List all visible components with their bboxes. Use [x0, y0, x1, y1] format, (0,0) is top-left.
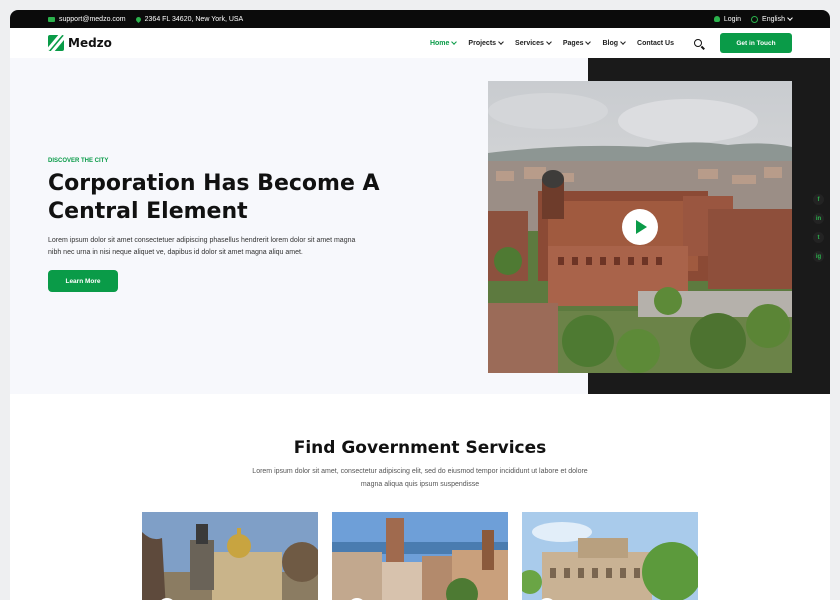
- nav-label: Pages: [562, 39, 584, 47]
- main-nav: Medzo Home Projects Services Pages Blog: [10, 28, 830, 58]
- contact-address: 2364 FL 34620, New York, USA: [134, 15, 244, 23]
- linkedin-icon[interactable]: in: [813, 213, 824, 224]
- login-text: Login: [723, 15, 742, 23]
- nav-label: Services: [515, 39, 544, 47]
- mail-icon: [48, 16, 55, 22]
- hero-city-image: [488, 81, 792, 373]
- nav-item-contact[interactable]: Contact Us: [637, 40, 674, 47]
- nav-label: Home: [429, 39, 450, 47]
- play-icon: [636, 220, 647, 234]
- user-icon: [713, 16, 720, 22]
- search-icon[interactable]: [694, 39, 702, 47]
- chevron-down-icon: [498, 39, 504, 45]
- facebook-icon[interactable]: f: [813, 194, 824, 205]
- nav-item-services[interactable]: Services: [515, 39, 552, 47]
- browser-frame: support@medzo.com 2364 FL 34620, New Yor…: [10, 10, 830, 600]
- nav-item-projects[interactable]: Projects: [468, 39, 504, 47]
- nav-item-home[interactable]: Home: [429, 39, 458, 47]
- logo-text: Medzo: [68, 36, 112, 50]
- logo[interactable]: Medzo: [48, 35, 112, 51]
- hero-title: Corporation Has Become A Central Element: [48, 171, 380, 224]
- hero-eyebrow: DISCOVER THE CITY: [48, 158, 109, 164]
- chevron-down-icon: [546, 39, 552, 45]
- chevron-down-icon: [585, 39, 592, 45]
- address-text: 2364 FL 34620, New York, USA: [144, 15, 244, 23]
- capitol-image: [142, 512, 318, 600]
- language-text: English: [762, 15, 785, 23]
- nav-label: Contact Us: [637, 39, 674, 47]
- hero-section: f in t ig DISCOVER THE CITY Corporation …: [10, 58, 830, 394]
- palace-image: [522, 512, 698, 600]
- services-description: Lorem ipsum dolor sit amet, consectetur …: [252, 468, 588, 488]
- service-card-capitol[interactable]: [142, 512, 318, 600]
- hero-description: Lorem ipsum dolor sit amet consectetuer …: [48, 237, 356, 256]
- get-in-touch-button[interactable]: Get in Touch: [720, 33, 792, 53]
- twitter-icon[interactable]: t: [813, 232, 824, 243]
- nav-label: Projects: [468, 39, 497, 47]
- nav-item-blog[interactable]: Blog: [602, 39, 626, 47]
- chevron-down-icon: [451, 39, 458, 45]
- service-card-palace[interactable]: [522, 512, 698, 600]
- service-card-city[interactable]: [332, 512, 508, 600]
- login-link[interactable]: Login: [713, 15, 742, 23]
- services-heading: Find Government Services: [293, 438, 547, 458]
- learn-more-button[interactable]: Learn More: [48, 270, 118, 292]
- globe-icon: [751, 15, 759, 23]
- contact-email[interactable]: support@medzo.com: [48, 16, 126, 23]
- nav-menu: Home Projects Services Pages Blog Contac…: [418, 33, 792, 53]
- nav-label: Blog: [602, 39, 619, 47]
- top-bar: support@medzo.com 2364 FL 34620, New Yor…: [10, 10, 830, 28]
- nav-item-pages[interactable]: Pages: [562, 39, 592, 47]
- language-select[interactable]: English: [751, 15, 793, 23]
- play-video-button[interactable]: [622, 209, 658, 245]
- location-pin-icon: [134, 15, 142, 23]
- instagram-icon[interactable]: ig: [813, 251, 824, 262]
- chevron-down-icon: [620, 39, 626, 45]
- email-text: support@medzo.com: [59, 15, 126, 23]
- chevron-down-icon: [787, 15, 793, 21]
- logo-mark-icon: [48, 35, 64, 51]
- city-skyline-image: [332, 512, 508, 600]
